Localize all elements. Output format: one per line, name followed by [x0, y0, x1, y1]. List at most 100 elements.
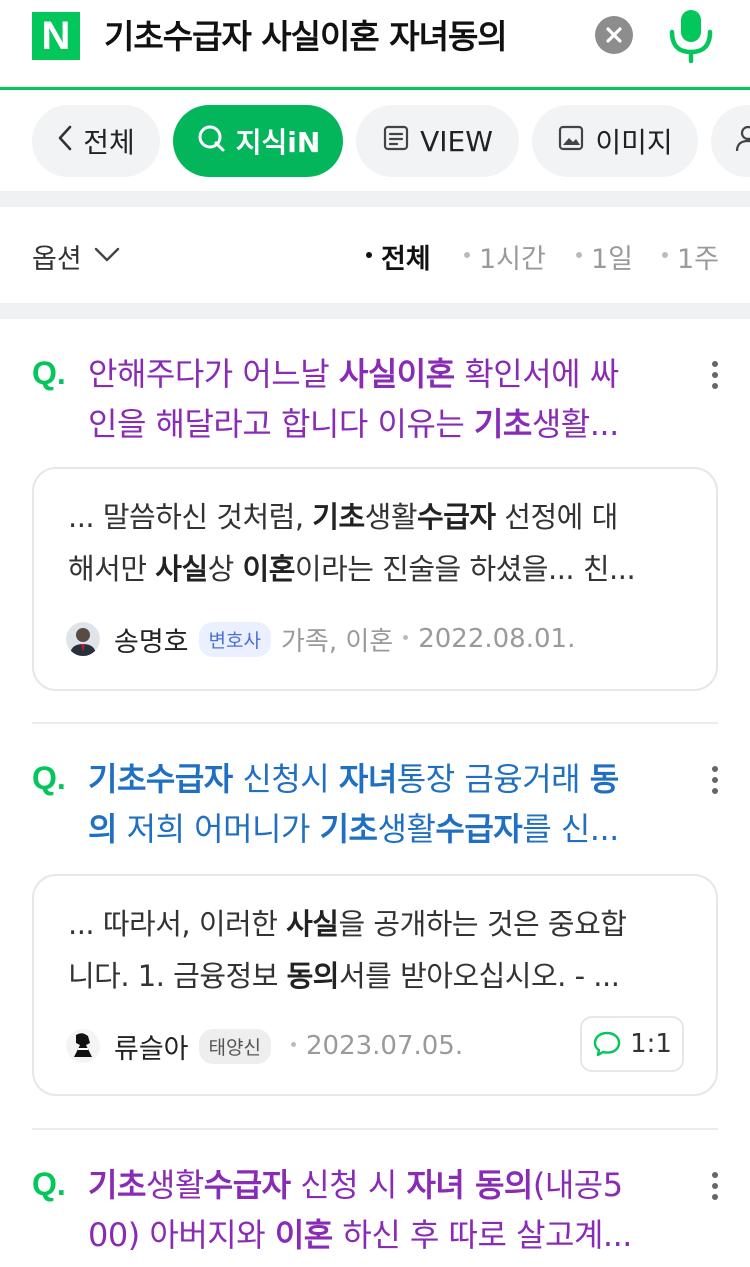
text-segment: 안해주다가 어느날: [88, 355, 339, 393]
tab-label: 이미지: [595, 126, 673, 159]
highlight-keyword: 사실이혼: [338, 355, 455, 393]
answer-date: 2022.08.01.: [418, 624, 576, 654]
chevron-down-icon[interactable]: [94, 247, 120, 267]
answer-meta: 송명호 변호사 가족, 이혼 2022.08.01.: [66, 619, 575, 659]
section-gap: [0, 191, 750, 207]
tab-label: 지식iN: [235, 126, 321, 159]
search-tabs: 전체 지식iN VIEW 이미지: [0, 93, 750, 191]
search-q-icon: [196, 123, 226, 160]
document-icon: [382, 124, 410, 159]
answer-card[interactable]: ... 따라서, 이러한 사실을 공개하는 것은 중요합 니다. 1. 금융정보…: [32, 874, 718, 1096]
answer-snippet: ... 말씀하신 것처럼, 기초생활수급자 선정에 대 해서만 사실상 이혼이라…: [68, 491, 688, 595]
text-segment: 신청시: [232, 760, 339, 798]
text-segment: 저희 어머니가: [116, 810, 320, 848]
highlight-keyword: 동의: [286, 959, 340, 993]
one-to-one-answer-button[interactable]: 1:1: [580, 1016, 684, 1072]
highlight-keyword: 이혼: [274, 1216, 333, 1254]
rank-badge: 태양신: [198, 1028, 271, 1064]
answer-snippet: ... 따라서, 이러한 사실을 공개하는 것은 중요합 니다. 1. 금융정보…: [68, 898, 688, 1002]
search-input[interactable]: 기초수급자 사실이혼 자녀동의: [104, 12, 508, 62]
highlight-keyword: 동: [589, 760, 619, 798]
avatar: [66, 622, 100, 656]
filter-1-week[interactable]: 1주: [677, 237, 719, 276]
result-item: Q. 안해주다가 어느날 사실이혼 확인서에 싸 인을 해달라고 합니다 이유는…: [0, 319, 750, 727]
text-segment: 생활: [145, 1166, 204, 1204]
separator-dot: [403, 634, 409, 640]
naver-logo[interactable]: N: [32, 12, 80, 60]
highlight-keyword: 기초: [312, 500, 365, 534]
tab-image[interactable]: 이미지: [532, 105, 698, 177]
title-line: 기초생활수급자 신청 시 자녀 동의(내공5: [88, 1160, 668, 1210]
filter-bullet: [366, 252, 372, 258]
voice-search-button[interactable]: [664, 6, 718, 66]
question-title[interactable]: 기초생활수급자 신청 시 자녀 동의(내공5 00) 아버지와 이혼 하신 후 …: [88, 1160, 668, 1260]
text-segment: 생활: [377, 810, 436, 848]
tab-knowledge-in[interactable]: 지식iN: [173, 105, 343, 177]
text-segment: 니다. 1. 금융정보: [68, 959, 287, 993]
highlight-keyword: 기초: [88, 1166, 146, 1204]
filter-1-day[interactable]: 1일: [591, 237, 633, 276]
title-line: 안해주다가 어느날 사실이혼 확인서에 싸: [88, 349, 668, 399]
text-segment: 확인서에 싸: [454, 355, 619, 393]
text-segment: 이라는 진술을 하셨을... 친...: [294, 552, 636, 586]
highlight-keyword: 의: [88, 810, 117, 848]
chevron-left-icon: [57, 124, 73, 159]
person-icon: [733, 123, 750, 160]
filter-1-hour[interactable]: 1시간: [479, 237, 546, 276]
answer-count: 1:1: [630, 1029, 672, 1059]
question-q-icon: Q.: [32, 760, 66, 796]
more-options-icon[interactable]: [708, 766, 722, 800]
close-icon: [606, 27, 622, 43]
more-options-icon[interactable]: [708, 1172, 722, 1206]
chat-bubble-icon: [593, 1031, 621, 1057]
tab-label: 전체: [83, 126, 135, 159]
question-title[interactable]: 안해주다가 어느날 사실이혼 확인서에 싸 인을 해달라고 합니다 이유는 기초…: [88, 349, 668, 449]
text-segment: 하신 후 따로 살고계...: [332, 1216, 632, 1254]
author-name[interactable]: 송명호: [114, 620, 189, 659]
question-title[interactable]: 기초수급자 신청시 자녀통장 금융거래 동 의 저희 어머니가 기초생활수급자를…: [88, 754, 668, 854]
highlight-keyword: 기초: [319, 810, 378, 848]
image-icon: [557, 124, 585, 159]
result-item: Q. 기초수급자 신청시 자녀통장 금융거래 동 의 저희 어머니가 기초생활수…: [0, 724, 750, 1132]
highlight-keyword: 자녀: [338, 760, 397, 798]
more-options-icon[interactable]: [708, 361, 722, 395]
text-segment: 생활: [364, 500, 418, 534]
title-line: 의 저희 어머니가 기초생활수급자를 신...: [88, 804, 668, 854]
text-segment: 상: [207, 552, 243, 586]
avatar: [66, 1029, 100, 1063]
text-segment: 인을 해달라고 합니다 이유는: [88, 405, 474, 443]
highlight-keyword: 이혼: [242, 552, 296, 586]
title-line: 00) 아버지와 이혼 하신 후 따로 살고계...: [88, 1210, 668, 1260]
text-segment: 해서만: [68, 552, 156, 586]
tab-people[interactable]: [711, 105, 750, 177]
text-segment: ... 말씀하신 것처럼,: [68, 500, 313, 534]
snippet-line: ... 따라서, 이러한 사실을 공개하는 것은 중요합: [68, 898, 688, 950]
separator-dot: [290, 1041, 296, 1047]
text-segment: 을 공개하는 것은 중요합: [338, 907, 627, 941]
question-q-icon: Q.: [32, 1166, 66, 1202]
naver-logo-letter: N: [41, 14, 71, 58]
text-segment: 를 신...: [522, 810, 619, 848]
clear-search-button[interactable]: [595, 16, 633, 54]
title-line: 기초수급자 신청시 자녀통장 금융거래 동: [88, 754, 668, 804]
expert-badge: 변호사: [198, 621, 271, 657]
highlight-keyword: 수급자: [435, 810, 523, 848]
text-segment: 선정에 대: [495, 500, 618, 534]
tab-label: VIEW: [420, 124, 493, 158]
answer-category: 가족, 이혼: [280, 626, 394, 657]
tab-all[interactable]: 전체: [32, 105, 160, 177]
options-toggle-label[interactable]: 옵션: [32, 237, 82, 276]
tab-view[interactable]: VIEW: [356, 105, 519, 177]
filter-all[interactable]: 전체: [381, 237, 431, 276]
filter-bullet: [464, 252, 470, 258]
answer-date: 2023.07.05.: [305, 1031, 464, 1061]
text-segment: 00) 아버지와: [88, 1216, 275, 1254]
author-name[interactable]: 류슬아: [114, 1027, 189, 1066]
snippet-line: ... 말씀하신 것처럼, 기초생활수급자 선정에 대: [68, 491, 688, 543]
highlight-keyword: 기초수급자: [88, 760, 233, 798]
answer-card[interactable]: ... 말씀하신 것처럼, 기초생활수급자 선정에 대 해서만 사실상 이혼이라…: [32, 467, 718, 691]
snippet-line: 니다. 1. 금융정보 동의서를 받아오십시오. - ...: [68, 950, 688, 1002]
highlight-keyword: 자녀 동의: [406, 1166, 533, 1204]
title-line: 인을 해달라고 합니다 이유는 기초생활...: [88, 399, 668, 449]
filter-bullet: [662, 252, 668, 258]
